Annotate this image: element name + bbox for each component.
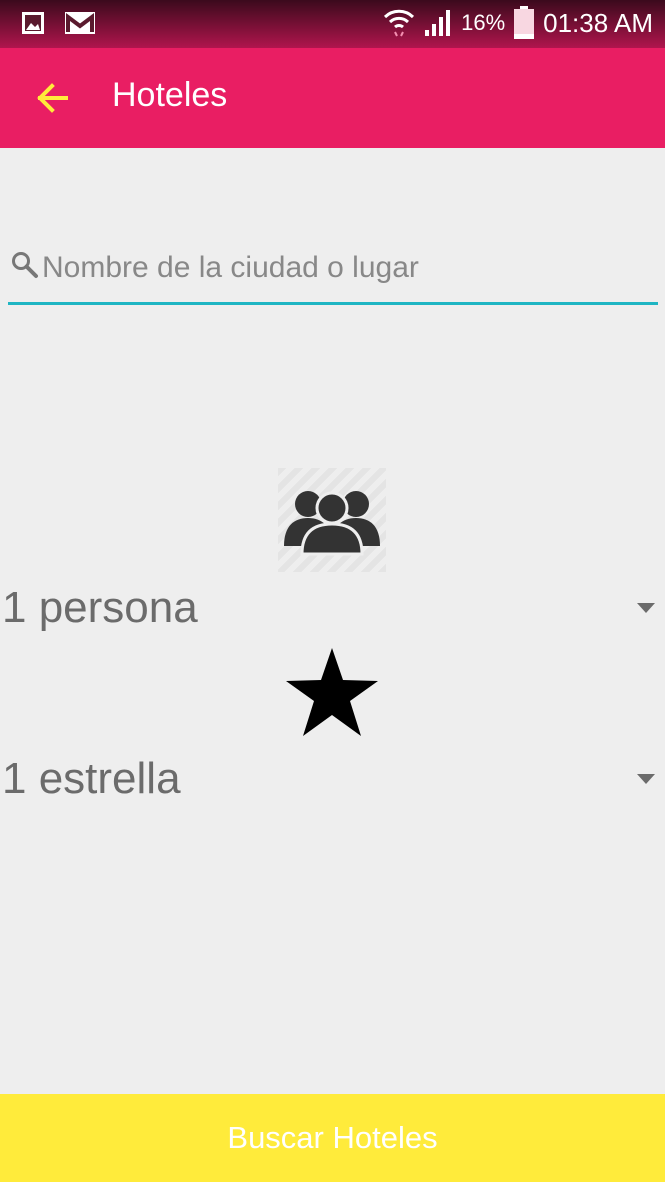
search-icon bbox=[12, 252, 38, 278]
gmail-icon bbox=[65, 12, 95, 34]
arrow-back-icon[interactable] bbox=[34, 78, 74, 118]
guests-dropdown[interactable]: 1 persona bbox=[0, 575, 665, 645]
guests-image bbox=[278, 468, 386, 572]
wifi-icon bbox=[384, 9, 415, 37]
guests-selected-value: 1 persona bbox=[2, 583, 198, 632]
search-field[interactable] bbox=[8, 238, 658, 305]
battery-percent: 16% bbox=[461, 10, 506, 35]
battery-icon bbox=[514, 6, 535, 39]
page-title: Hoteles bbox=[112, 76, 228, 114]
signal-icon bbox=[425, 10, 451, 36]
star-icon bbox=[286, 648, 378, 736]
dropdown-arrow-icon bbox=[637, 774, 655, 784]
search-hotels-label: Buscar Hoteles bbox=[227, 1120, 438, 1155]
people-icon bbox=[284, 491, 380, 556]
search-hotels-button[interactable]: Buscar Hoteles bbox=[0, 1094, 665, 1182]
app-bar: Hoteles bbox=[0, 48, 665, 148]
rating-dropdown[interactable]: 1 estrella bbox=[0, 746, 665, 816]
clock: 01:38 AM bbox=[543, 7, 653, 38]
search-input[interactable] bbox=[42, 238, 642, 298]
status-bar: 16% 01:38 AM bbox=[0, 0, 665, 48]
rating-selected-value: 1 estrella bbox=[2, 754, 181, 803]
dropdown-arrow-icon bbox=[637, 603, 655, 613]
image-icon bbox=[22, 12, 44, 34]
